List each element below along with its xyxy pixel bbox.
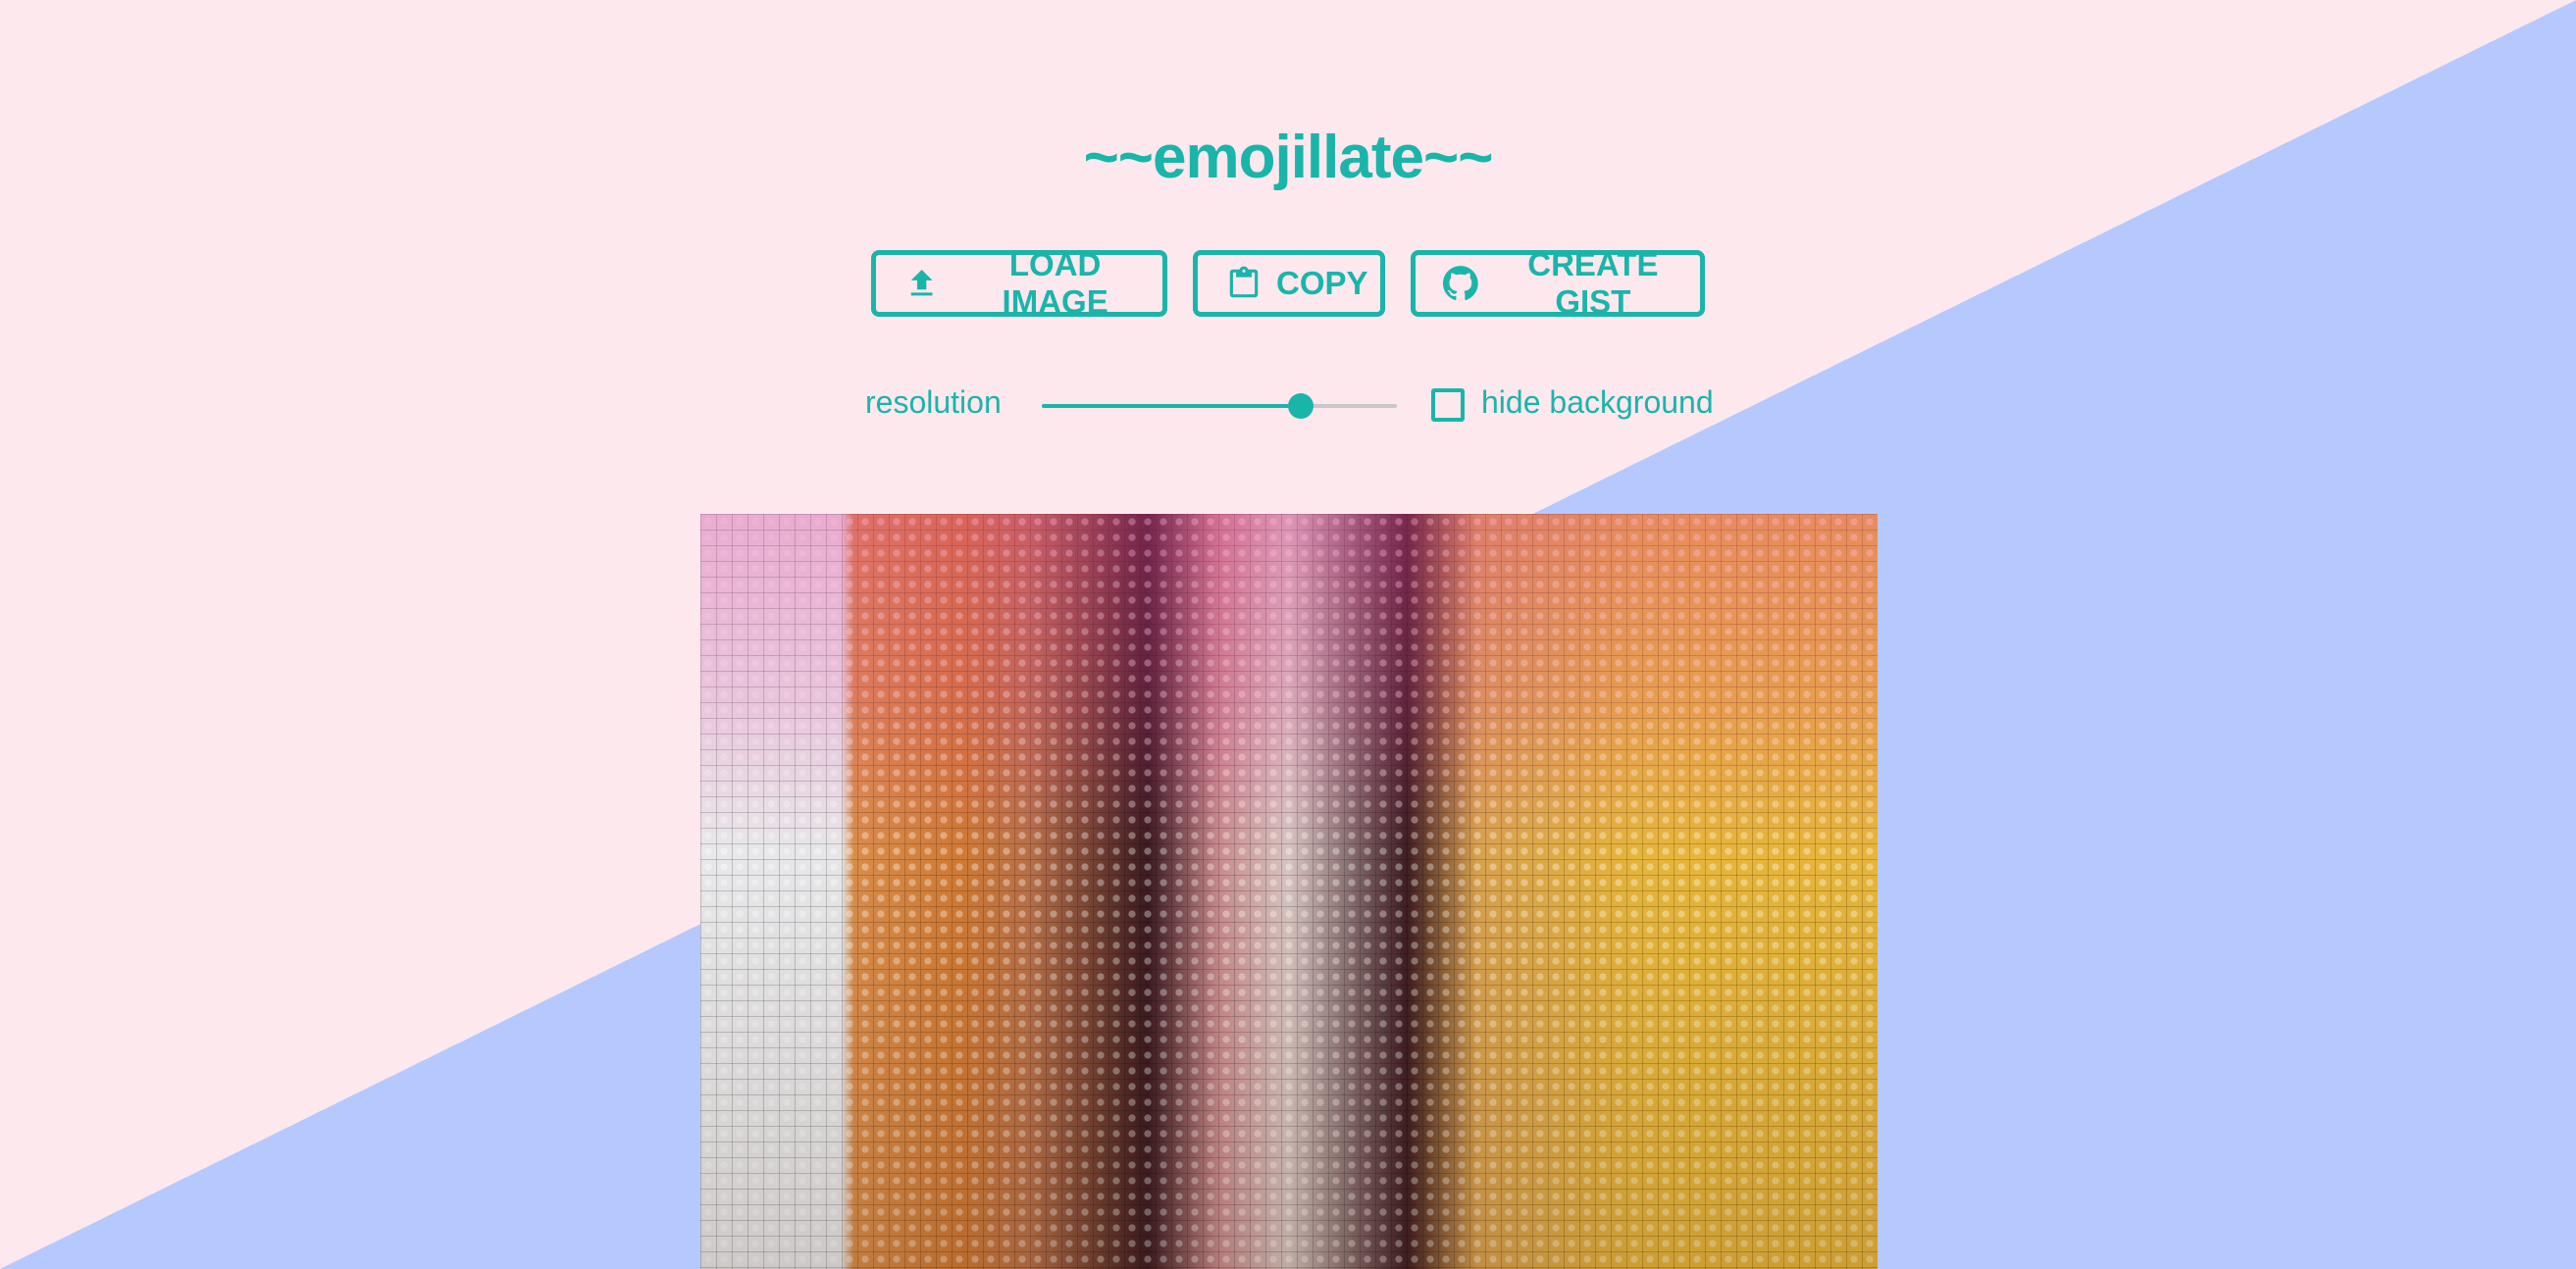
create-gist-button[interactable]: CREATE GIST (1411, 246, 1705, 320)
upload-icon (903, 264, 940, 303)
emoji-mosaic-overlay (700, 514, 1878, 1269)
copy-label: COPY (1276, 265, 1368, 301)
resolution-slider-thumb[interactable] (1288, 393, 1314, 419)
github-icon (1443, 264, 1478, 303)
resolution-slider[interactable] (1042, 393, 1397, 419)
resolution-label: resolution (865, 384, 1002, 420)
emoji-mosaic-image (700, 514, 1878, 1269)
create-gist-label: CREATE GIST (1527, 246, 1659, 320)
clipboard-icon (1225, 264, 1262, 303)
load-image-button[interactable]: LOAD IMAGE (871, 246, 1167, 320)
load-image-label: LOAD IMAGE (1002, 246, 1108, 320)
hide-background-checkbox[interactable] (1431, 388, 1465, 422)
resolution-slider-fill (1042, 404, 1302, 408)
app-title: ~~emojillate~~ (1083, 124, 1494, 191)
copy-button[interactable]: COPY (1193, 250, 1385, 317)
hide-background-label: hide background (1481, 384, 1714, 420)
